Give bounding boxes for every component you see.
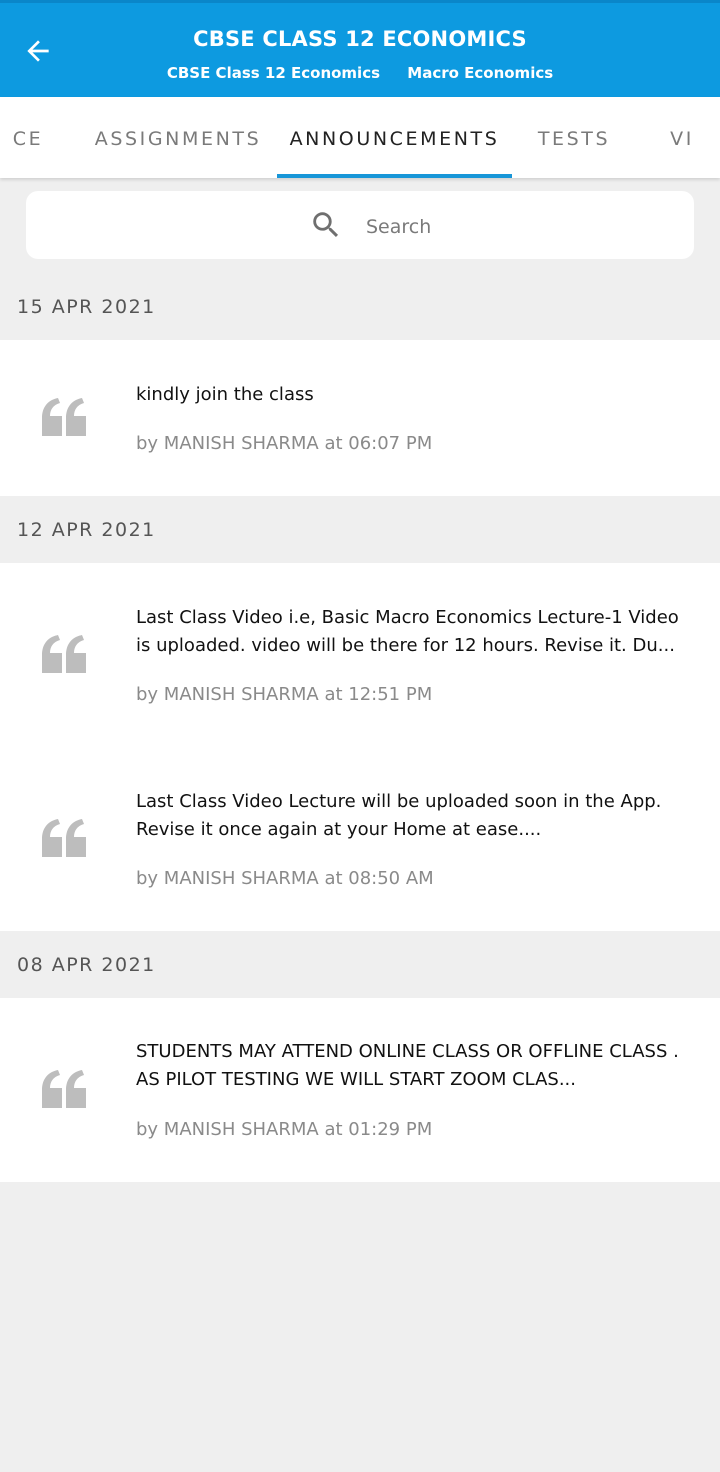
- announcement-meta: by MANISH SHARMA at 12:51 PM: [136, 684, 433, 705]
- date-header: 08 APR 2021: [17, 954, 156, 976]
- quote-icon: [42, 398, 86, 436]
- app-bar: CBSE CLASS 12 ECONOMICS CBSE Class 12 Ec…: [0, 0, 720, 97]
- tab-bar: CE ASSIGNMENTS ANNOUNCEMENTS TESTS VI: [0, 97, 720, 178]
- page-subtitle: CBSE Class 12 Economics Macro Economics: [0, 64, 720, 82]
- announcement-text: Last Class Video Lecture will be uploade…: [136, 791, 662, 840]
- search-icon: [313, 212, 339, 238]
- tab-videos[interactable]: VI: [652, 97, 712, 178]
- date-header: 15 APR 2021: [17, 296, 156, 318]
- tab-practice[interactable]: CE: [0, 97, 68, 178]
- quote-icon: [42, 819, 86, 857]
- announcement-meta: by MANISH SHARMA at 01:29 PM: [136, 1119, 433, 1140]
- announcement-text: Last Class Video i.e, Basic Macro Econom…: [136, 607, 679, 656]
- announcement-meta: by MANISH SHARMA at 08:50 AM: [136, 868, 434, 889]
- search-input[interactable]: [366, 210, 666, 244]
- quote-icon: [42, 635, 86, 673]
- subtitle-class: CBSE Class 12 Economics: [166, 64, 381, 82]
- tab-assignments[interactable]: ASSIGNMENTS: [92, 97, 264, 178]
- tab-announcements[interactable]: ANNOUNCEMENTS: [277, 97, 512, 178]
- date-header: 12 APR 2021: [17, 519, 156, 541]
- active-tab-indicator: [277, 174, 512, 178]
- tab-tests[interactable]: TESTS: [528, 97, 620, 178]
- announcement-card: [0, 340, 720, 496]
- announcement-text: kindly join the class: [136, 384, 314, 405]
- announcement-text: STUDENTS MAY ATTEND ONLINE CLASS OR OFFL…: [136, 1041, 679, 1090]
- page-title: CBSE CLASS 12 ECONOMICS: [193, 27, 527, 51]
- subtitle-subject: Macro Economics: [407, 64, 554, 82]
- announcement-meta: by MANISH SHARMA at 06:07 PM: [136, 433, 433, 454]
- quote-icon: [42, 1070, 86, 1108]
